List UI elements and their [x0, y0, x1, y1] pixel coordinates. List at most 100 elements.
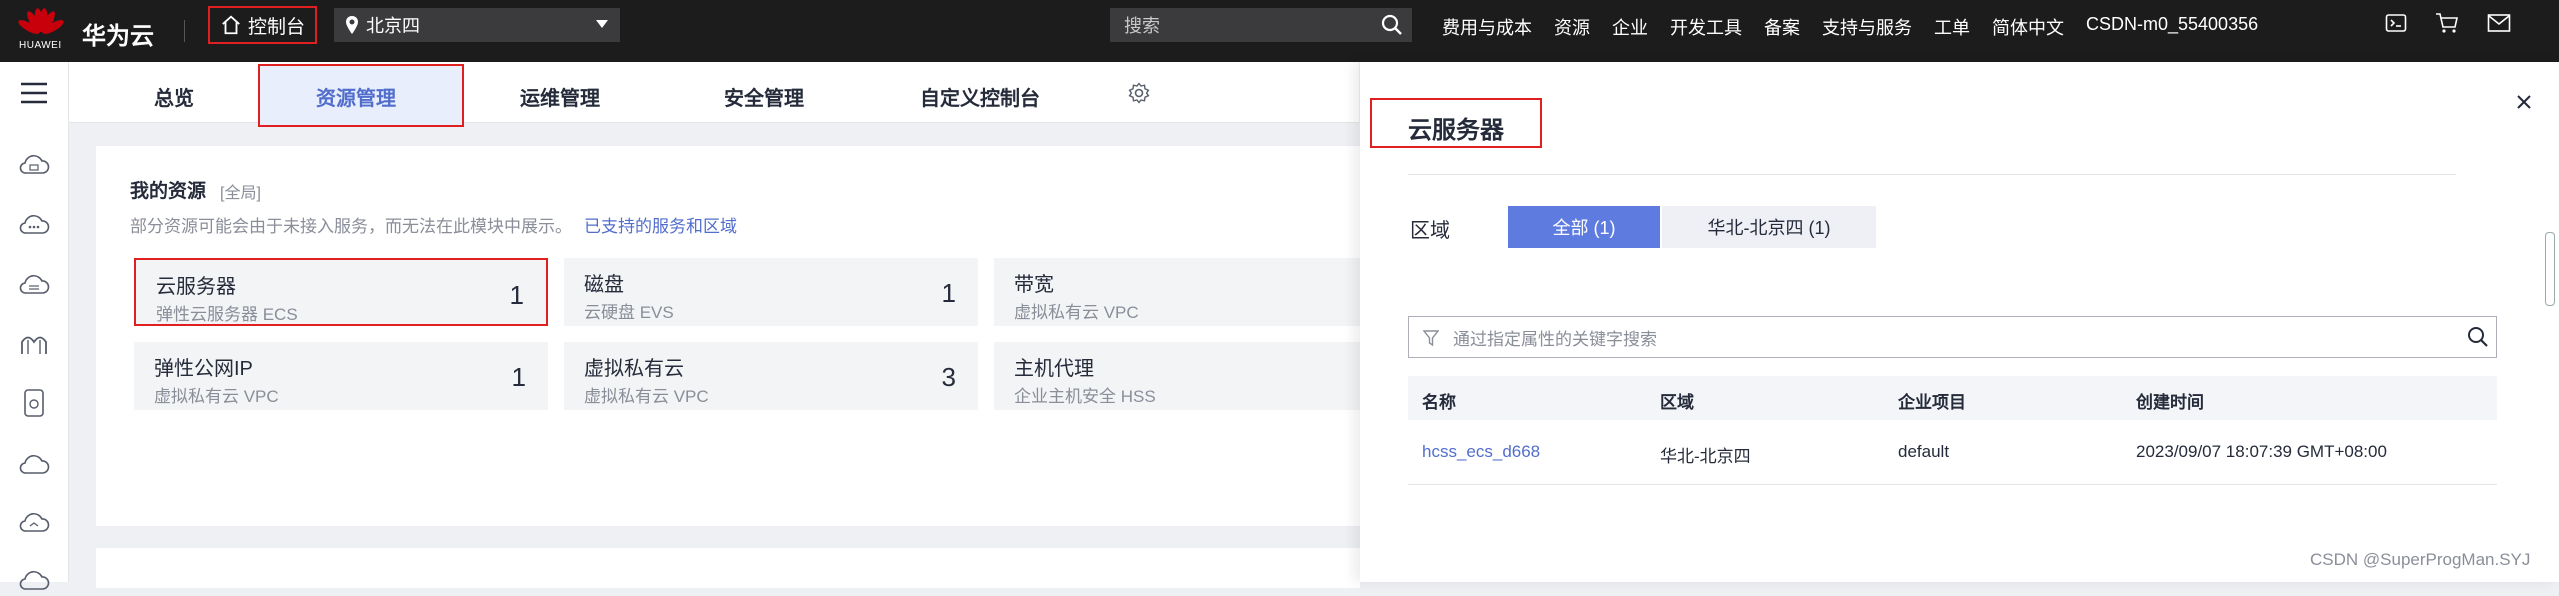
nav-support[interactable]: 支持与服务 — [1822, 14, 1912, 40]
tile-name: 云服务器 — [156, 276, 236, 298]
search-placeholder: 搜索 — [1124, 16, 1160, 36]
drawer-scrollbar[interactable] — [2545, 232, 2555, 306]
region-segment-all[interactable]: 全部 (1) — [1508, 206, 1660, 248]
filter-icon — [1423, 330, 1439, 347]
huawei-logo[interactable]: HUAWEI — [14, 4, 68, 58]
column-region[interactable]: 区域 — [1660, 388, 1694, 413]
rail-database[interactable] — [16, 388, 52, 418]
resource-tile-host-agent[interactable]: 主机代理 企业主机安全 HSS — [994, 342, 1408, 410]
tile-name: 带宽 — [1014, 274, 1054, 296]
mail-icon[interactable] — [2487, 12, 2511, 34]
rail-ecs[interactable] — [16, 150, 52, 180]
cloud-sync-icon — [19, 513, 50, 532]
tab-custom-console[interactable]: 自定义控制台 — [920, 82, 1040, 111]
nav-account[interactable]: CSDN-m0_55400356 — [2086, 14, 2258, 40]
rail-cloud-service-2[interactable] — [16, 450, 52, 480]
nav-dev-tools[interactable]: 开发工具 — [1670, 14, 1742, 40]
table-row: hcss_ecs_d668 华北-北京四 default 2023/09/07 … — [1408, 420, 2497, 485]
rail-storage[interactable] — [16, 270, 52, 300]
left-service-rail — [0, 62, 69, 590]
terminal-icon[interactable] — [2385, 12, 2407, 34]
scope-tag: [全局] — [220, 185, 261, 202]
divider — [184, 20, 185, 42]
bridge-network-icon — [21, 336, 47, 354]
cart-icon[interactable] — [2435, 12, 2459, 34]
resource-tile-bandwidth[interactable]: 带宽 虚拟私有云 VPC — [994, 258, 1408, 326]
rail-more[interactable] — [16, 566, 52, 596]
supported-services-link[interactable]: 已支持的服务和区域 — [584, 217, 737, 236]
tile-count: 1 — [509, 280, 524, 310]
top-navigation-bar: HUAWEI 华为云 控制台 北京四 搜索 费用与成本 资源 企业 开发工具 备… — [0, 0, 2559, 62]
cloud-server-icon — [19, 155, 50, 174]
instance-name-link[interactable]: hcss_ecs_d668 — [1422, 442, 1540, 462]
search-icon[interactable] — [2466, 325, 2490, 349]
home-icon — [222, 15, 240, 35]
tab-operations[interactable]: 运维管理 — [520, 82, 600, 111]
nav-cost[interactable]: 费用与成本 — [1442, 14, 1532, 40]
region-filter-label: 区域 — [1410, 220, 1450, 242]
instance-region: 华北-北京四 — [1660, 447, 1751, 466]
console-button[interactable]: 控制台 — [208, 6, 318, 44]
divider — [1408, 174, 2456, 175]
cloud-disk-icon — [19, 275, 50, 294]
console-label: 控制台 — [248, 16, 306, 38]
tile-service: 云硬盘 EVS — [584, 303, 674, 322]
rail-cloud-service[interactable] — [16, 210, 52, 240]
column-name[interactable]: 名称 — [1422, 388, 1456, 413]
tab-security[interactable]: 安全管理 — [724, 82, 804, 111]
tile-name: 磁盘 — [584, 274, 624, 296]
tile-name: 虚拟私有云 — [584, 358, 684, 380]
tile-name: 弹性公网IP — [154, 358, 253, 380]
secondary-card — [96, 548, 1360, 588]
huawei-logo-icon — [18, 8, 64, 34]
region-segment-beijing4[interactable]: 华北-北京四 (1) — [1662, 206, 1876, 248]
resource-tile-evs[interactable]: 磁盘 云硬盘 EVS 1 — [564, 258, 978, 326]
resources-note: 部分资源可能会由于未接入服务，而无法在此模块中展示。 已支持的服务和区域 — [130, 212, 737, 237]
filter-placeholder: 通过指定属性的关键字搜索 — [1453, 329, 1657, 349]
nav-ticket[interactable]: 工单 — [1934, 14, 1970, 40]
column-created[interactable]: 创建时间 — [2136, 388, 2204, 413]
top-nav-links: 费用与成本 资源 企业 开发工具 备案 支持与服务 工单 简体中文 CSDN-m… — [1442, 14, 2280, 40]
watermark: CSDN @SuperProgMan.SYJ — [2310, 550, 2531, 569]
resource-tile-ecs[interactable]: 云服务器 弹性云服务器 ECS 1 — [134, 258, 548, 326]
tile-service: 虚拟私有云 VPC — [584, 387, 709, 406]
rail-network[interactable] — [16, 330, 52, 360]
nav-icp[interactable]: 备案 — [1764, 14, 1800, 40]
chevron-down-icon — [596, 20, 608, 28]
cloud-dots-icon — [19, 215, 50, 234]
close-icon[interactable] — [2512, 90, 2536, 114]
resource-tile-vpc[interactable]: 虚拟私有云 虚拟私有云 VPC 3 — [564, 342, 978, 410]
tile-service: 虚拟私有云 VPC — [154, 387, 279, 406]
my-resources-title: 我的资源 — [130, 181, 207, 202]
top-icon-group — [2385, 12, 2511, 34]
tile-service: 虚拟私有云 VPC — [1014, 303, 1139, 322]
hamburger-menu-icon — [21, 82, 47, 104]
tab-overview[interactable]: 总览 — [154, 82, 194, 111]
global-search-input[interactable]: 搜索 — [1110, 8, 1412, 42]
tile-count: 1 — [511, 362, 526, 392]
database-icon — [24, 389, 44, 417]
tile-name: 主机代理 — [1014, 358, 1094, 380]
tile-service: 弹性云服务器 ECS — [156, 305, 298, 324]
menu-toggle[interactable] — [16, 78, 52, 108]
tile-service: 企业主机安全 HSS — [1014, 387, 1156, 406]
nav-language[interactable]: 简体中文 — [1992, 14, 2064, 40]
instance-project: default — [1898, 442, 1950, 461]
column-project[interactable]: 企业项目 — [1898, 388, 1966, 413]
nav-resources[interactable]: 资源 — [1554, 14, 1590, 40]
instance-created: 2023/09/07 18:07:39 GMT+08:00 — [2136, 442, 2387, 461]
logo-text: HUAWEI — [19, 40, 62, 51]
gear-icon[interactable] — [1128, 82, 1150, 104]
drawer-title: 云服务器 — [1408, 117, 1504, 144]
tab-resource-management[interactable]: 资源管理 — [316, 82, 396, 111]
brand-name[interactable]: 华为云 — [82, 16, 154, 51]
region-select[interactable]: 北京四 — [334, 8, 620, 42]
table-header: 名称 区域 企业项目 创建时间 — [1408, 376, 2497, 420]
keyword-search-input[interactable]: 通过指定属性的关键字搜索 — [1408, 316, 2497, 358]
tile-count: 3 — [941, 362, 956, 392]
resource-tile-eip[interactable]: 弹性公网IP 虚拟私有云 VPC 1 — [134, 342, 548, 410]
search-icon[interactable] — [1380, 13, 1404, 37]
rail-cloud-sync[interactable] — [16, 508, 52, 538]
nav-enterprise[interactable]: 企业 — [1612, 14, 1648, 40]
location-pin-icon — [346, 16, 358, 34]
